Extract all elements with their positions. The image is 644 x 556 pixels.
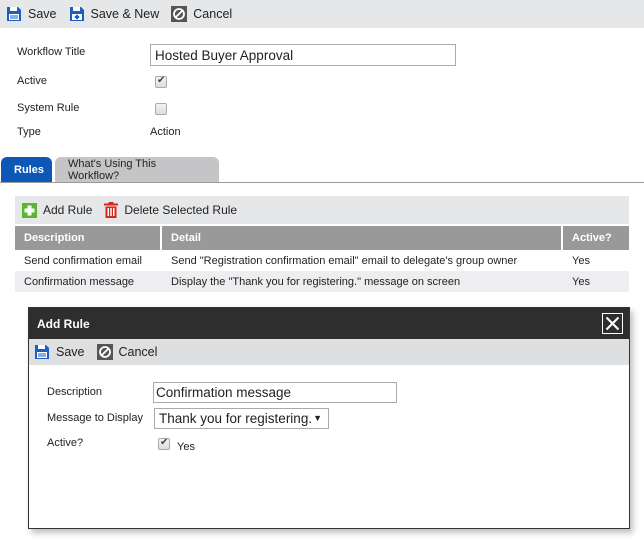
system-rule-checkbox[interactable] bbox=[155, 103, 167, 115]
delete-rule-button[interactable]: Delete Selected Rule bbox=[104, 202, 237, 218]
dialog-active-checkbox[interactable] bbox=[158, 437, 170, 450]
save-label: Save bbox=[28, 7, 57, 21]
description-label: Description bbox=[47, 386, 103, 398]
table-header-row: Description Detail Active? bbox=[15, 226, 629, 250]
dialog-active-yes-label: Yes bbox=[177, 441, 195, 453]
table-row[interactable]: Confirmation message Display the "Thank … bbox=[15, 271, 629, 292]
column-header-description[interactable]: Description bbox=[15, 226, 162, 250]
save-and-new-label: Save & New bbox=[90, 7, 160, 21]
dialog-toolbar: Save Cancel bbox=[29, 339, 629, 365]
cancel-icon bbox=[171, 6, 188, 22]
cancel-button[interactable]: Cancel bbox=[171, 6, 232, 22]
active-checkbox[interactable] bbox=[155, 75, 167, 88]
dialog-save-label: Save bbox=[56, 345, 85, 359]
dialog-title: Add Rule bbox=[37, 316, 90, 331]
close-button[interactable] bbox=[602, 313, 623, 334]
floppy-disk-plus-icon bbox=[69, 7, 84, 21]
dialog-cancel-label: Cancel bbox=[118, 345, 158, 359]
cell-description: Send confirmation email bbox=[15, 250, 162, 271]
cell-detail: Display the "Thank you for registering."… bbox=[162, 271, 563, 292]
save-and-new-button[interactable]: Save & New bbox=[69, 6, 160, 22]
cancel-label: Cancel bbox=[193, 7, 233, 21]
floppy-disk-icon bbox=[35, 345, 49, 359]
column-header-active[interactable]: Active? bbox=[563, 226, 629, 250]
table-row[interactable]: Send confirmation email Send "Registrati… bbox=[15, 250, 629, 271]
main-toolbar: Save Save & New Cancel bbox=[0, 0, 644, 28]
cancel-icon bbox=[96, 344, 113, 360]
workflow-title-input[interactable] bbox=[150, 44, 456, 66]
dialog-active-label: Active? bbox=[47, 437, 84, 449]
cell-description: Confirmation message bbox=[15, 271, 162, 292]
delete-rule-label: Delete Selected Rule bbox=[124, 203, 238, 217]
plus-icon bbox=[22, 202, 37, 218]
cell-active: Yes bbox=[563, 271, 629, 292]
tab-whats-using[interactable]: What's Using This Workflow? bbox=[55, 157, 219, 182]
dropdown-arrow-icon: ▼ bbox=[313, 413, 322, 423]
active-label: Active bbox=[17, 75, 47, 87]
dialog-header: Add Rule bbox=[29, 308, 629, 339]
add-rule-button[interactable]: Add Rule bbox=[22, 202, 93, 218]
floppy-disk-icon bbox=[7, 7, 21, 21]
type-value: Action bbox=[150, 126, 181, 138]
rules-table: Description Detail Active? Send confirma… bbox=[15, 226, 629, 292]
message-to-display-label: Message to Display bbox=[47, 412, 143, 424]
dialog-cancel-button[interactable]: Cancel bbox=[96, 344, 158, 360]
type-label: Type bbox=[17, 126, 41, 138]
message-to-display-select[interactable]: Thank you for registering. ▼ bbox=[154, 408, 329, 429]
rules-toolbar: Add Rule Delete Selected Rule bbox=[15, 196, 629, 224]
description-input[interactable] bbox=[153, 382, 397, 403]
save-button[interactable]: Save bbox=[6, 6, 57, 22]
close-icon bbox=[605, 316, 620, 331]
trash-icon bbox=[104, 202, 119, 218]
system-rule-label: System Rule bbox=[17, 102, 80, 114]
add-rule-dialog: Add Rule Save Cancel Description Message… bbox=[28, 307, 630, 529]
workflow-title-label: Workflow Title bbox=[17, 46, 86, 58]
message-selected-value: Thank you for registering. bbox=[159, 411, 313, 426]
column-header-detail[interactable]: Detail bbox=[162, 226, 563, 250]
tab-rules[interactable]: Rules bbox=[1, 157, 52, 182]
cell-active: Yes bbox=[563, 250, 629, 271]
tab-bar: Rules What's Using This Workflow? bbox=[0, 157, 644, 183]
cell-detail: Send "Registration confirmation email" e… bbox=[162, 250, 563, 271]
dialog-save-button[interactable]: Save bbox=[34, 344, 85, 360]
add-rule-label: Add Rule bbox=[43, 203, 93, 217]
